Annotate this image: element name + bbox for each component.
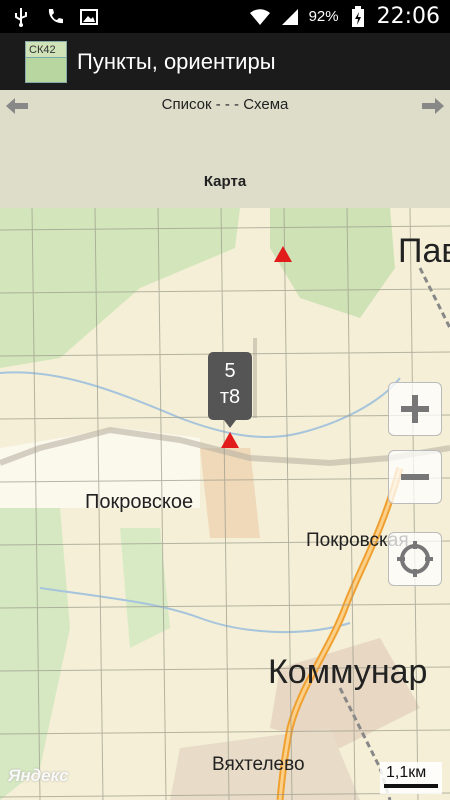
status-bar-right: 92% 22:06 [249, 4, 450, 29]
signal-icon [279, 6, 301, 28]
action-bar: СК42 Пункты, ориентиры [0, 33, 450, 90]
navigation-panel: Список - - - Схема Карта [0, 90, 450, 208]
usb-icon [10, 6, 32, 28]
map-watermark: Яндекс [8, 766, 69, 785]
status-bar: 92% 22:06 [0, 0, 450, 33]
place-label-kommunar: Коммунар [268, 653, 428, 691]
scale-label: 1,1км [386, 764, 427, 781]
my-location-button[interactable] [388, 532, 442, 586]
callout-number: 5 [224, 360, 236, 382]
plus-icon [401, 395, 429, 423]
gallery-icon [78, 6, 100, 28]
status-bar-left [0, 6, 100, 28]
place-label-pav: Пав [398, 232, 450, 270]
map-thumbnail-icon [26, 56, 66, 82]
place-label-pokrovskoe: Покровское [85, 491, 194, 513]
point-callout[interactable]: 5 т8 [208, 352, 252, 428]
phone-icon [44, 6, 66, 28]
scale-bar [384, 784, 438, 788]
callout-code: т8 [219, 386, 241, 408]
map-view[interactable]: Пав Покровское Покровская Коммунар Вяхте… [0, 208, 450, 800]
map-scale: 1,1км [380, 762, 442, 794]
crosshair-icon [397, 541, 433, 577]
minus-icon [401, 474, 429, 480]
battery-charging-icon [347, 5, 369, 28]
wifi-icon [249, 6, 271, 28]
page-title: Пункты, ориентиры [77, 48, 276, 74]
point-marker-icon[interactable] [274, 246, 292, 262]
nav-links[interactable]: Список - - - Схема [0, 96, 450, 113]
clock: 22:06 [376, 4, 440, 29]
map-label[interactable]: Карта [0, 173, 450, 190]
app-icon[interactable]: СК42 [25, 40, 67, 83]
battery-percent: 92% [308, 8, 339, 25]
map-background [0, 208, 450, 800]
place-label-vyakhtelevo: Вяхтелево [212, 754, 305, 775]
app-icon-label: СК42 [29, 43, 56, 56]
point-marker-icon[interactable] [221, 432, 239, 448]
arrow-right-icon[interactable] [422, 98, 444, 114]
zoom-in-button[interactable] [388, 382, 442, 436]
zoom-out-button[interactable] [388, 450, 442, 504]
